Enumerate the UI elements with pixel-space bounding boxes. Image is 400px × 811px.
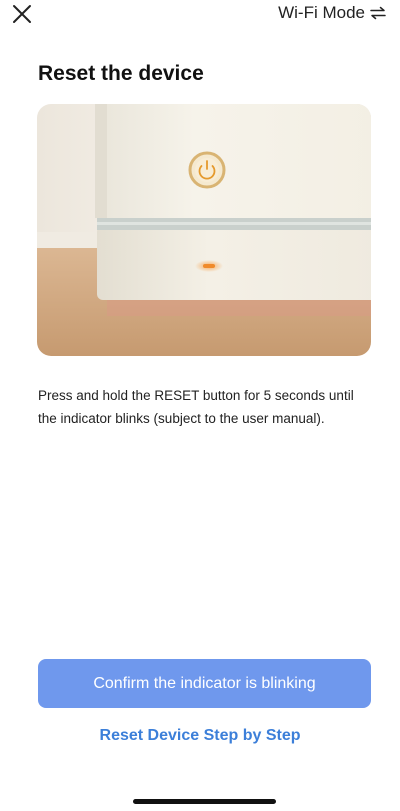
home-indicator[interactable] — [133, 799, 276, 804]
close-icon — [13, 5, 31, 23]
device-image — [37, 104, 371, 356]
instruction-text: Press and hold the RESET button for 5 se… — [38, 388, 354, 426]
close-button[interactable] — [10, 2, 34, 26]
confirm-blinking-button[interactable]: Confirm the indicator is blinking — [38, 659, 371, 708]
wifi-mode-label: Wi-Fi Mode — [278, 3, 365, 22]
reset-step-by-step-link[interactable]: Reset Device Step by Step — [0, 727, 400, 745]
page-title: Reset the device — [38, 62, 204, 85]
swap-arrows-icon — [370, 6, 386, 20]
wifi-mode-switch[interactable]: Wi-Fi Mode — [278, 3, 386, 23]
